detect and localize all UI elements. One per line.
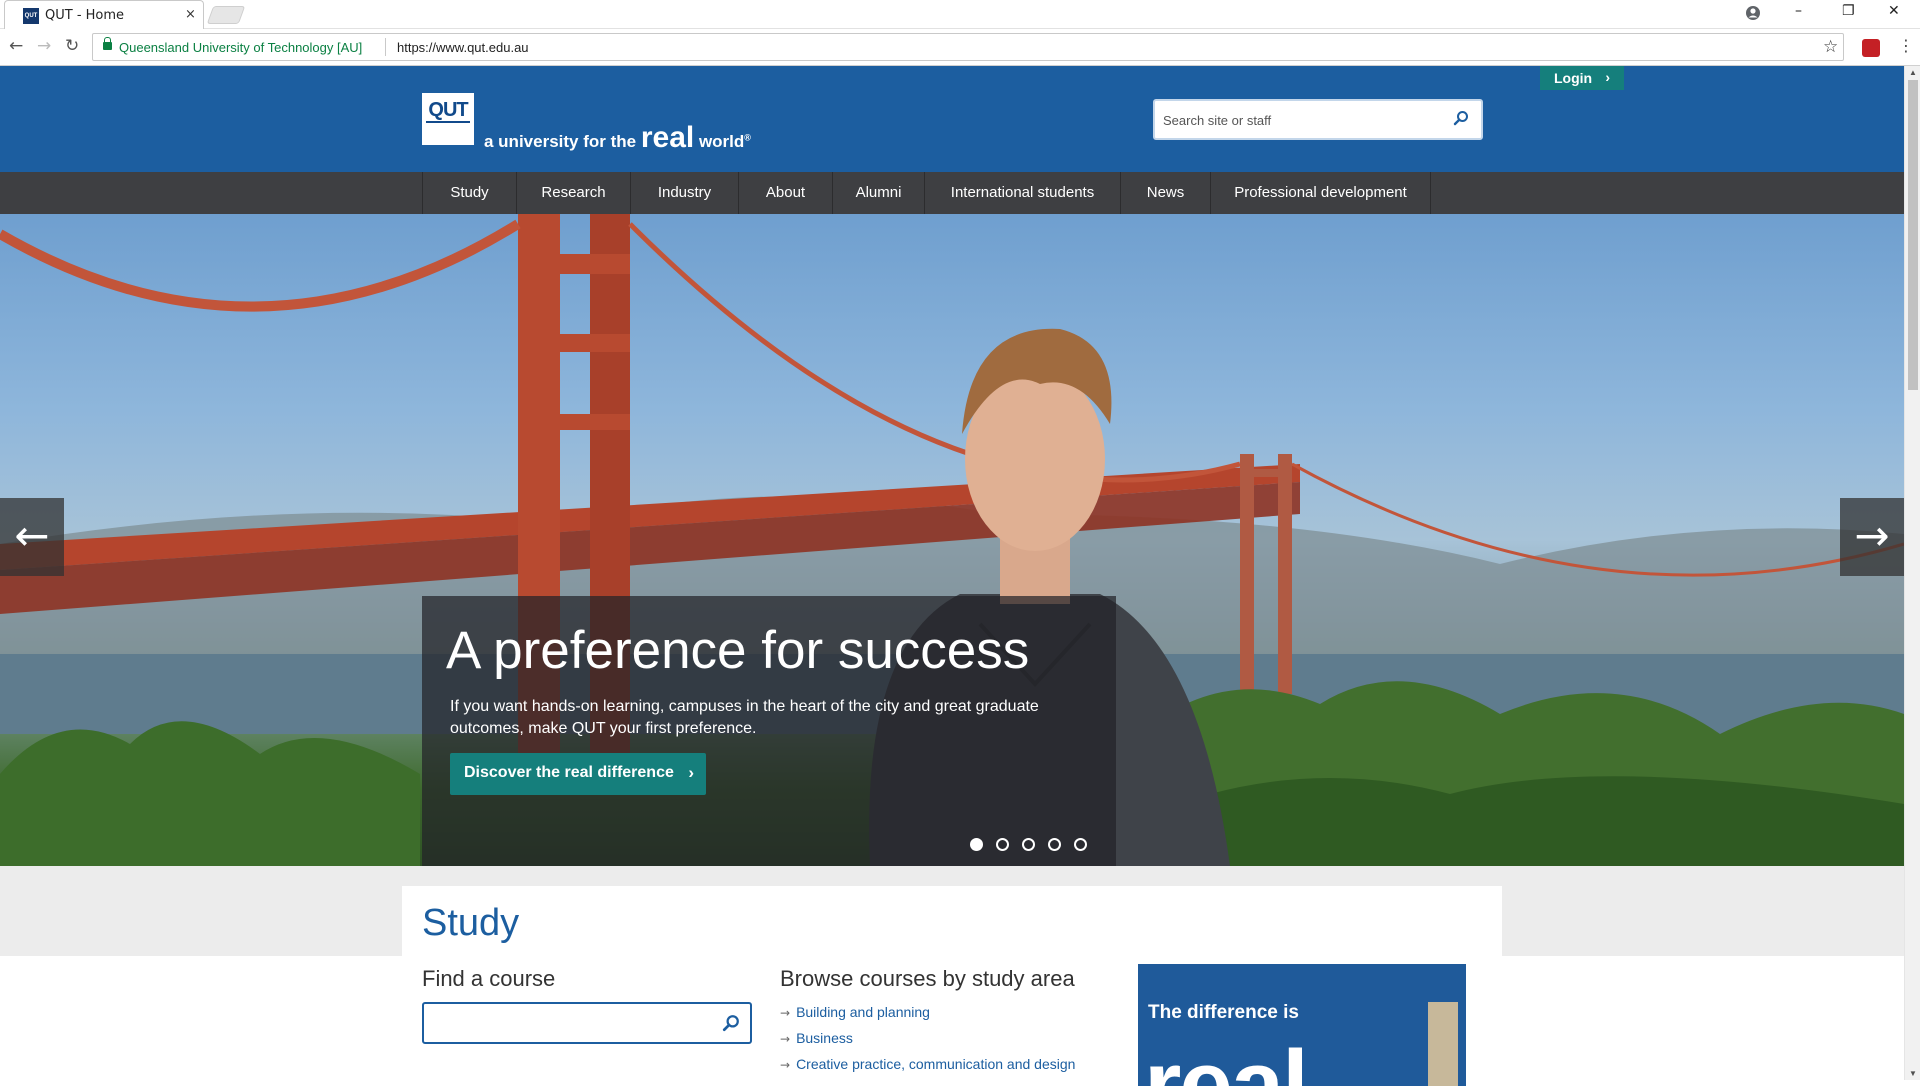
search-icon[interactable] [1453, 110, 1469, 126]
carousel-dot[interactable] [1022, 838, 1035, 851]
nav-item-international-students[interactable]: International students [924, 172, 1120, 214]
scrollbar-thumb[interactable] [1908, 80, 1918, 390]
browser-toolbar: ← → ↻ Queensland University of Technolog… [0, 29, 1920, 66]
arrow-right-icon: → [780, 1058, 791, 1072]
study-area-label: Business [796, 1030, 853, 1046]
qut-logo[interactable]: QUT [422, 93, 474, 145]
find-course-field [422, 1002, 752, 1044]
login-button[interactable]: Login › [1540, 66, 1624, 90]
nav-item-professional-development[interactable]: Professional development [1210, 172, 1430, 214]
study-area-link[interactable]: → Business [780, 1030, 853, 1046]
nav-divider [1430, 172, 1431, 214]
nav-item-research[interactable]: Research [516, 172, 630, 214]
find-course-title: Find a course [422, 966, 556, 991]
site-search [1153, 99, 1483, 140]
site-identity: Queensland University of Technology [AU] [119, 40, 363, 55]
scroll-down-icon[interactable]: ▼ [1909, 1069, 1917, 1078]
close-window-button[interactable]: ✕ [1888, 3, 1900, 19]
back-icon[interactable]: ← [9, 36, 23, 56]
registered-mark: ® [744, 132, 751, 143]
browser-tab-strip: QUT QUT - Home × – ❐ ✕ [0, 0, 1920, 29]
new-tab-button[interactable] [206, 6, 246, 24]
tagline-real: real [640, 121, 695, 154]
nav-item-alumni[interactable]: Alumni [832, 172, 924, 214]
login-label: Login [1554, 70, 1593, 86]
url-text[interactable]: https://www.qut.edu.au [397, 40, 529, 55]
discover-label: Discover the real difference [464, 764, 674, 781]
extension-icon[interactable] [1862, 39, 1880, 57]
scroll-up-icon[interactable]: ▲ [1909, 68, 1917, 77]
address-bar[interactable]: Queensland University of Technology [AU]… [92, 33, 1844, 61]
study-area-label: Creative practice, communication and des… [796, 1056, 1076, 1072]
restore-button[interactable]: ❐ [1842, 3, 1855, 19]
carousel-dot[interactable] [970, 838, 983, 851]
study-area-label: Building and planning [796, 1004, 930, 1020]
reload-icon[interactable]: ↻ [65, 36, 79, 56]
arrow-right-icon: → [780, 1006, 791, 1020]
forward-icon[interactable]: → [37, 36, 51, 56]
promo-banner[interactable]: The difference is real [1138, 964, 1466, 1086]
arrow-left-icon: ← [14, 511, 50, 560]
find-course-input[interactable] [432, 1014, 712, 1034]
tagline-world: world [694, 132, 745, 151]
browser-menu-icon[interactable]: ⋮ [1898, 36, 1914, 55]
browser-tab[interactable]: QUT QUT - Home × [4, 0, 204, 29]
carousel-dot[interactable] [1048, 838, 1061, 851]
tab-title: QUT - Home [45, 8, 125, 23]
profile-icon[interactable] [1745, 5, 1761, 21]
chevron-right-icon: › [688, 763, 694, 782]
page-scrollbar[interactable]: ▲ ▼ [1904, 66, 1920, 1080]
hero-text: If you want hands-on learning, campuses … [450, 698, 1039, 737]
main-nav: Study Research Industry About Alumni Int… [0, 172, 1904, 214]
nav-item-study[interactable]: Study [422, 172, 516, 214]
study-title: Study [422, 902, 520, 944]
carousel-dot[interactable] [996, 838, 1009, 851]
minimize-button[interactable]: – [1795, 3, 1802, 19]
promo-text: The difference is [1148, 1002, 1299, 1023]
tab-close-icon[interactable]: × [185, 7, 196, 22]
promo-photo [1428, 1002, 1458, 1086]
promo-big-text: real [1144, 1031, 1309, 1086]
arrow-right-icon: → [780, 1032, 791, 1046]
search-icon[interactable] [722, 1014, 740, 1032]
discover-button[interactable]: Discover the real difference › [450, 753, 706, 795]
carousel-dot[interactable] [1074, 838, 1087, 851]
logo-underline [426, 121, 470, 123]
hero-title: A preference for success [446, 621, 1030, 680]
hero-carousel: ← → A preference for success If you want… [0, 214, 1904, 866]
carousel-prev-button[interactable]: ← [0, 498, 64, 576]
study-area-link[interactable]: → Building and planning [780, 1004, 930, 1020]
logo-text: QUT [428, 99, 468, 121]
chevron-right-icon: › [1605, 69, 1610, 85]
nav-item-news[interactable]: News [1120, 172, 1210, 214]
nav-item-about[interactable]: About [738, 172, 832, 214]
search-input[interactable] [1163, 110, 1443, 130]
carousel-next-button[interactable]: → [1840, 498, 1904, 576]
bookmark-star-icon[interactable]: ☆ [1823, 37, 1838, 57]
lock-icon [103, 37, 112, 50]
hero-caption: A preference for success If you want han… [422, 596, 1116, 866]
url-separator [385, 38, 386, 56]
study-area-link[interactable]: → Creative practice, communication and de… [780, 1056, 1075, 1072]
tagline: a university for the real world® [484, 121, 751, 155]
qut-favicon-icon: QUT [23, 8, 39, 24]
nav-item-industry[interactable]: Industry [630, 172, 738, 214]
arrow-right-icon: → [1854, 511, 1890, 560]
browse-title: Browse courses by study area [780, 966, 1075, 991]
tagline-prefix: a university for the [484, 132, 641, 151]
study-section: Study Find a course Browse courses by st… [402, 886, 1502, 1086]
